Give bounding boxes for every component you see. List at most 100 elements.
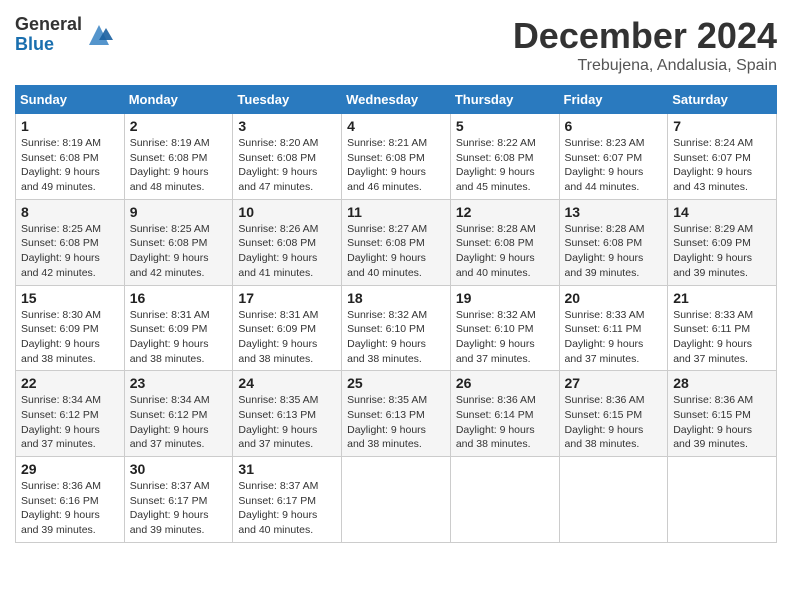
header-day-monday: Monday: [124, 86, 233, 114]
day-info: Sunrise: 8:32 AMSunset: 6:10 PMDaylight:…: [456, 309, 536, 365]
day-number: 11: [347, 204, 445, 220]
day-info: Sunrise: 8:36 AMSunset: 6:16 PMDaylight:…: [21, 480, 101, 536]
calendar-cell: 9 Sunrise: 8:25 AMSunset: 6:08 PMDayligh…: [124, 199, 233, 285]
day-info: Sunrise: 8:24 AMSunset: 6:07 PMDaylight:…: [673, 137, 753, 193]
day-info: Sunrise: 8:35 AMSunset: 6:13 PMDaylight:…: [238, 394, 318, 450]
calendar-cell: 23 Sunrise: 8:34 AMSunset: 6:12 PMDaylig…: [124, 371, 233, 457]
day-info: Sunrise: 8:22 AMSunset: 6:08 PMDaylight:…: [456, 137, 536, 193]
day-number: 26: [456, 375, 554, 391]
day-info: Sunrise: 8:30 AMSunset: 6:09 PMDaylight:…: [21, 309, 101, 365]
day-number: 22: [21, 375, 119, 391]
calendar-cell: 12 Sunrise: 8:28 AMSunset: 6:08 PMDaylig…: [450, 199, 559, 285]
calendar-cell: 3 Sunrise: 8:20 AMSunset: 6:08 PMDayligh…: [233, 114, 342, 200]
day-info: Sunrise: 8:36 AMSunset: 6:14 PMDaylight:…: [456, 394, 536, 450]
day-number: 1: [21, 118, 119, 134]
day-info: Sunrise: 8:32 AMSunset: 6:10 PMDaylight:…: [347, 309, 427, 365]
day-info: Sunrise: 8:28 AMSunset: 6:08 PMDaylight:…: [565, 223, 645, 279]
day-number: 14: [673, 204, 771, 220]
calendar-cell: 7 Sunrise: 8:24 AMSunset: 6:07 PMDayligh…: [668, 114, 777, 200]
calendar-cell: 1 Sunrise: 8:19 AMSunset: 6:08 PMDayligh…: [16, 114, 125, 200]
calendar-cell: [668, 457, 777, 543]
calendar-cell: 28 Sunrise: 8:36 AMSunset: 6:15 PMDaylig…: [668, 371, 777, 457]
day-info: Sunrise: 8:35 AMSunset: 6:13 PMDaylight:…: [347, 394, 427, 450]
day-number: 30: [130, 461, 228, 477]
day-info: Sunrise: 8:36 AMSunset: 6:15 PMDaylight:…: [673, 394, 753, 450]
day-info: Sunrise: 8:20 AMSunset: 6:08 PMDaylight:…: [238, 137, 318, 193]
calendar-cell: 16 Sunrise: 8:31 AMSunset: 6:09 PMDaylig…: [124, 285, 233, 371]
day-number: 20: [565, 290, 663, 306]
day-number: 19: [456, 290, 554, 306]
calendar-table: SundayMondayTuesdayWednesdayThursdayFrid…: [15, 85, 777, 543]
day-number: 12: [456, 204, 554, 220]
logo-icon: [84, 20, 114, 50]
day-info: Sunrise: 8:25 AMSunset: 6:08 PMDaylight:…: [130, 223, 210, 279]
day-number: 17: [238, 290, 336, 306]
day-info: Sunrise: 8:26 AMSunset: 6:08 PMDaylight:…: [238, 223, 318, 279]
day-number: 5: [456, 118, 554, 134]
day-number: 6: [565, 118, 663, 134]
calendar-cell: 11 Sunrise: 8:27 AMSunset: 6:08 PMDaylig…: [342, 199, 451, 285]
calendar-cell: 4 Sunrise: 8:21 AMSunset: 6:08 PMDayligh…: [342, 114, 451, 200]
header-day-friday: Friday: [559, 86, 668, 114]
day-number: 27: [565, 375, 663, 391]
week-row-1: 1 Sunrise: 8:19 AMSunset: 6:08 PMDayligh…: [16, 114, 777, 200]
day-number: 15: [21, 290, 119, 306]
calendar-cell: 25 Sunrise: 8:35 AMSunset: 6:13 PMDaylig…: [342, 371, 451, 457]
calendar-cell: 31 Sunrise: 8:37 AMSunset: 6:17 PMDaylig…: [233, 457, 342, 543]
calendar-cell: 10 Sunrise: 8:26 AMSunset: 6:08 PMDaylig…: [233, 199, 342, 285]
header-row: SundayMondayTuesdayWednesdayThursdayFrid…: [16, 86, 777, 114]
day-info: Sunrise: 8:29 AMSunset: 6:09 PMDaylight:…: [673, 223, 753, 279]
day-info: Sunrise: 8:36 AMSunset: 6:15 PMDaylight:…: [565, 394, 645, 450]
calendar-cell: [450, 457, 559, 543]
logo: General Blue: [15, 15, 114, 55]
day-info: Sunrise: 8:37 AMSunset: 6:17 PMDaylight:…: [130, 480, 210, 536]
day-number: 23: [130, 375, 228, 391]
day-number: 9: [130, 204, 228, 220]
calendar-header: SundayMondayTuesdayWednesdayThursdayFrid…: [16, 86, 777, 114]
calendar-cell: [342, 457, 451, 543]
calendar-cell: 30 Sunrise: 8:37 AMSunset: 6:17 PMDaylig…: [124, 457, 233, 543]
calendar-cell: 27 Sunrise: 8:36 AMSunset: 6:15 PMDaylig…: [559, 371, 668, 457]
day-number: 16: [130, 290, 228, 306]
location: Trebujena, Andalusia, Spain: [513, 57, 777, 75]
week-row-3: 15 Sunrise: 8:30 AMSunset: 6:09 PMDaylig…: [16, 285, 777, 371]
day-info: Sunrise: 8:28 AMSunset: 6:08 PMDaylight:…: [456, 223, 536, 279]
calendar-cell: 6 Sunrise: 8:23 AMSunset: 6:07 PMDayligh…: [559, 114, 668, 200]
day-info: Sunrise: 8:33 AMSunset: 6:11 PMDaylight:…: [565, 309, 645, 365]
day-number: 24: [238, 375, 336, 391]
calendar-cell: 24 Sunrise: 8:35 AMSunset: 6:13 PMDaylig…: [233, 371, 342, 457]
calendar-cell: 15 Sunrise: 8:30 AMSunset: 6:09 PMDaylig…: [16, 285, 125, 371]
calendar-cell: 26 Sunrise: 8:36 AMSunset: 6:14 PMDaylig…: [450, 371, 559, 457]
month-title: December 2024: [513, 15, 777, 57]
day-number: 8: [21, 204, 119, 220]
calendar-cell: 18 Sunrise: 8:32 AMSunset: 6:10 PMDaylig…: [342, 285, 451, 371]
day-number: 25: [347, 375, 445, 391]
day-number: 29: [21, 461, 119, 477]
logo-text: General Blue: [15, 15, 82, 55]
day-info: Sunrise: 8:31 AMSunset: 6:09 PMDaylight:…: [130, 309, 210, 365]
day-info: Sunrise: 8:37 AMSunset: 6:17 PMDaylight:…: [238, 480, 318, 536]
calendar-cell: 20 Sunrise: 8:33 AMSunset: 6:11 PMDaylig…: [559, 285, 668, 371]
calendar-cell: 19 Sunrise: 8:32 AMSunset: 6:10 PMDaylig…: [450, 285, 559, 371]
day-number: 4: [347, 118, 445, 134]
header-day-tuesday: Tuesday: [233, 86, 342, 114]
day-number: 3: [238, 118, 336, 134]
title-area: December 2024 Trebujena, Andalusia, Spai…: [513, 15, 777, 75]
calendar-cell: 14 Sunrise: 8:29 AMSunset: 6:09 PMDaylig…: [668, 199, 777, 285]
calendar-cell: [559, 457, 668, 543]
calendar-cell: 21 Sunrise: 8:33 AMSunset: 6:11 PMDaylig…: [668, 285, 777, 371]
day-info: Sunrise: 8:34 AMSunset: 6:12 PMDaylight:…: [130, 394, 210, 450]
day-number: 18: [347, 290, 445, 306]
day-info: Sunrise: 8:34 AMSunset: 6:12 PMDaylight:…: [21, 394, 101, 450]
calendar-cell: 2 Sunrise: 8:19 AMSunset: 6:08 PMDayligh…: [124, 114, 233, 200]
week-row-4: 22 Sunrise: 8:34 AMSunset: 6:12 PMDaylig…: [16, 371, 777, 457]
calendar-cell: 29 Sunrise: 8:36 AMSunset: 6:16 PMDaylig…: [16, 457, 125, 543]
day-number: 2: [130, 118, 228, 134]
header-day-sunday: Sunday: [16, 86, 125, 114]
day-info: Sunrise: 8:27 AMSunset: 6:08 PMDaylight:…: [347, 223, 427, 279]
day-info: Sunrise: 8:33 AMSunset: 6:11 PMDaylight:…: [673, 309, 753, 365]
header-day-wednesday: Wednesday: [342, 86, 451, 114]
day-info: Sunrise: 8:19 AMSunset: 6:08 PMDaylight:…: [21, 137, 101, 193]
day-info: Sunrise: 8:31 AMSunset: 6:09 PMDaylight:…: [238, 309, 318, 365]
header-day-saturday: Saturday: [668, 86, 777, 114]
